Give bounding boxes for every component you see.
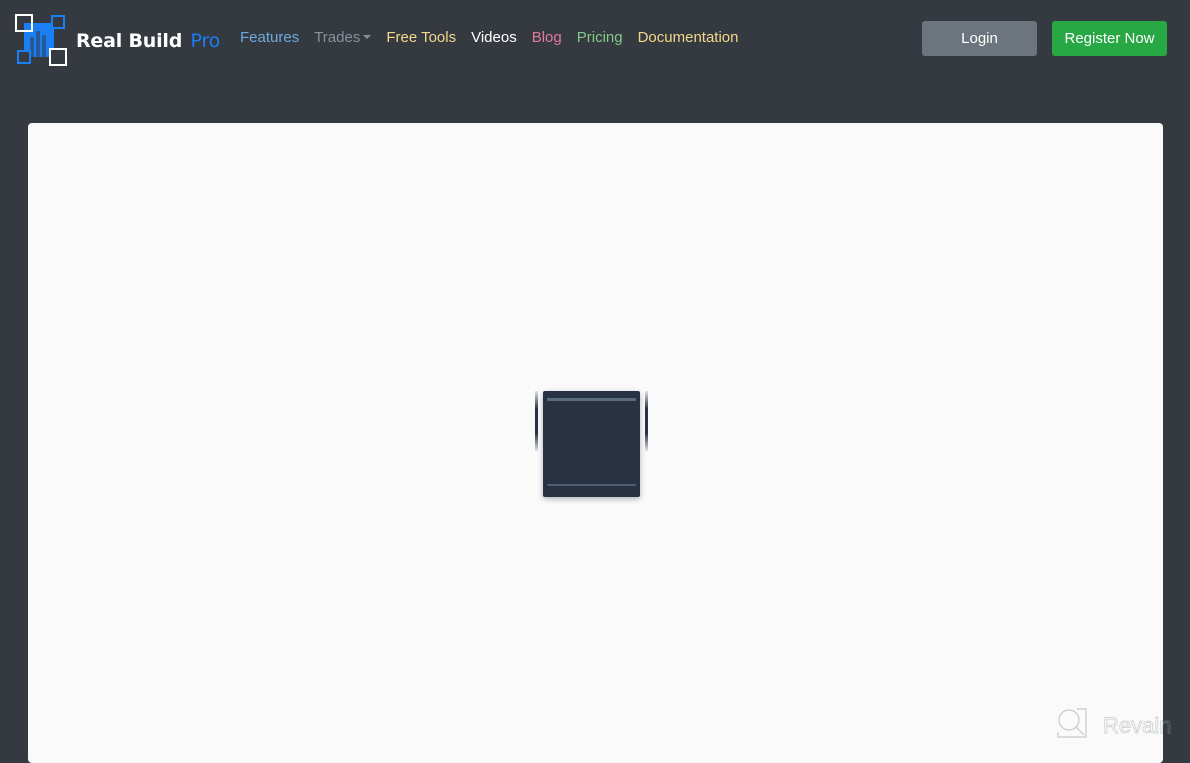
nav-link-trades[interactable]: Trades xyxy=(314,28,372,48)
brand-link[interactable]: Real Build Pro xyxy=(14,12,220,67)
register-now-button[interactable]: Register Now xyxy=(1052,21,1167,56)
loader-top-highlight xyxy=(547,398,636,401)
navbar: Real Build Pro Features Trades Free Tool… xyxy=(0,0,1190,78)
revain-logo-icon xyxy=(1055,706,1089,745)
revain-watermark: Revain xyxy=(1055,706,1172,745)
nav-link-features[interactable]: Features xyxy=(240,28,299,48)
loading-spinner-icon xyxy=(535,391,648,497)
nav-link-blog[interactable]: Blog xyxy=(532,28,562,48)
loader-left-bar xyxy=(535,391,538,451)
loader-bottom-highlight xyxy=(547,484,636,486)
building-chart-logo-icon xyxy=(14,13,68,67)
brand-suffix: Pro xyxy=(190,29,221,52)
nav-link-pricing[interactable]: Pricing xyxy=(577,28,623,48)
nav-link-documentation[interactable]: Documentation xyxy=(638,28,739,48)
content-card xyxy=(28,123,1163,763)
nav-link-videos[interactable]: Videos xyxy=(471,28,517,48)
nav-link-free-tools[interactable]: Free Tools xyxy=(386,28,456,48)
caret-down-icon xyxy=(363,35,372,39)
nav-link-trades-label: Trades xyxy=(314,29,361,46)
brand-name-text: Real Build xyxy=(76,29,183,52)
revain-watermark-text: Revain xyxy=(1103,712,1172,738)
loader-right-bar xyxy=(645,391,648,451)
brand-name: Real Build Pro xyxy=(76,28,220,52)
main-nav: Features Trades Free Tools Videos Blog P… xyxy=(240,28,754,48)
login-button[interactable]: Login xyxy=(922,21,1037,56)
loader-box xyxy=(543,391,640,497)
